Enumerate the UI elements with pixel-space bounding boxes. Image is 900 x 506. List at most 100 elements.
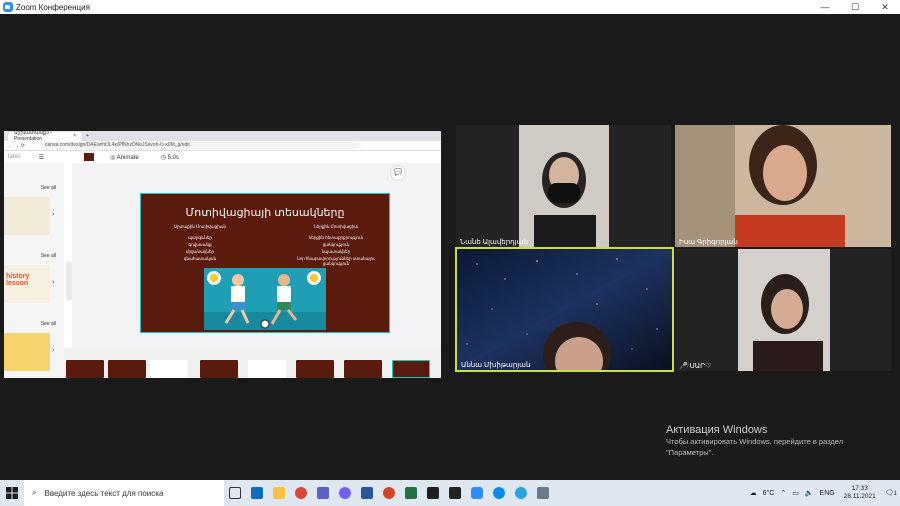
see-all-link[interactable]: See all xyxy=(41,253,56,259)
page-thumb[interactable] xyxy=(150,360,188,378)
tab-title: Աշխատանք3 - Presentation xyxy=(14,131,53,142)
shared-screen[interactable]: Աշխատանք3 - Presentation × + ← → ⟳ canva… xyxy=(4,131,441,378)
powerpoint-icon[interactable] xyxy=(378,480,400,506)
pages-strip xyxy=(64,348,441,378)
soccer-illustration xyxy=(204,268,326,330)
browser-toolbar: ← → ⟳ canva.com/design/DAEwrhfJL4k/PfNnz… xyxy=(4,141,441,151)
slide-column-external: Արտաքին Մոտիվացիան պարգևներ գովասանք մրց… xyxy=(155,224,245,263)
video-tile[interactable]: Իսա Գրիգորյան xyxy=(675,125,891,247)
video-tile-active-speaker[interactable]: Աննա Մխիթարյան xyxy=(455,247,674,372)
volume-icon[interactable]: 🔈 xyxy=(802,489,817,497)
video-tile[interactable]: Նանե Ալավերդյան xyxy=(456,125,671,247)
word-icon[interactable] xyxy=(356,480,378,506)
minimize-button[interactable]: — xyxy=(810,2,840,12)
template-thumb[interactable] xyxy=(4,333,50,371)
title-bar: Zoom Конференция — ☐ ✕ xyxy=(0,0,900,14)
language-indicator[interactable]: ENG xyxy=(817,490,838,497)
excel-icon[interactable] xyxy=(400,480,422,506)
templates-panel: See all › See all history lesson › See a… xyxy=(4,163,64,378)
slide-column-internal: Ներքին Մոտիվացիա ներքին հետաքրքրություն … xyxy=(291,224,381,268)
color-swatch[interactable] xyxy=(84,153,95,161)
telegram-icon[interactable] xyxy=(510,480,532,506)
participant-name: Նանե Ալավերդյան xyxy=(460,239,528,246)
system-tray: ☁ 6°C ⌃ ▭ 🔈 ENG 17:33 28.11.2021 🗨1 xyxy=(747,480,900,506)
file-explorer-icon[interactable] xyxy=(268,480,290,506)
weather-temp[interactable]: 6°C xyxy=(760,490,778,497)
maximize-button[interactable]: ☐ xyxy=(840,2,870,13)
page-thumb[interactable] xyxy=(248,360,286,378)
list-item: գնահատական xyxy=(183,256,217,261)
participant-video xyxy=(675,125,891,247)
address-bar[interactable]: canva.com/design/DAEwrhfJL4k/PfNnzDNoJSs… xyxy=(40,142,361,149)
browser-tab-bar: Աշխատանք3 - Presentation × + xyxy=(4,131,441,142)
list-item: նոր հնարավորություններ ստանալու ցանկությ… xyxy=(297,256,375,266)
page-thumb[interactable] xyxy=(344,360,382,378)
see-all-link[interactable]: See all xyxy=(41,321,56,327)
nav-arrows-icon[interactable]: ← → ⟳ xyxy=(8,143,25,149)
close-button[interactable]: ✕ xyxy=(870,2,900,13)
video-tile[interactable]: 🎤̸ ՍԱՐ♡ xyxy=(675,249,891,371)
search-icon: ⌕ xyxy=(32,488,37,497)
participant-name: Իսա Գրիգորյան xyxy=(679,239,738,246)
duration-value: 5.0s xyxy=(167,154,179,161)
column-header: Արտաքին Մոտիվացիան xyxy=(173,224,227,229)
list-item: մրցանակներ xyxy=(185,249,215,254)
soccer-players-image xyxy=(204,271,326,330)
notifications-icon[interactable]: 🗨1 xyxy=(882,489,900,497)
network-icon[interactable]: ▭ xyxy=(789,489,802,497)
page-thumb[interactable] xyxy=(200,360,238,378)
see-all-link[interactable]: See all xyxy=(41,185,56,191)
viber-icon[interactable] xyxy=(334,480,356,506)
browser-tab[interactable]: Աշխատանք3 - Presentation × xyxy=(8,131,82,142)
page-thumb-selected[interactable] xyxy=(392,360,430,378)
current-slide[interactable]: Մոտիվացիայի տեսակները Արտաքին Մոտիվացիան… xyxy=(140,193,390,333)
terminal-icon[interactable] xyxy=(444,480,466,506)
tray-expand-icon[interactable]: ⌃ xyxy=(777,489,789,497)
zoom-icon[interactable] xyxy=(466,480,488,506)
windows-logo-icon xyxy=(6,487,18,499)
notification-count: 1 xyxy=(893,491,897,497)
new-tab-button[interactable]: + xyxy=(86,133,89,139)
templates-label: lates xyxy=(8,154,21,160)
duration-button[interactable]: ◷ 5.0s xyxy=(161,154,179,161)
list-item: նպատակներ xyxy=(321,249,351,254)
column-header: Ներքին Մոտիվացիա xyxy=(313,224,359,229)
slide-canvas: Մոտիվացիայի տեսակները Արտաքին Մոտիվացիան… xyxy=(72,163,441,348)
outlook-icon[interactable] xyxy=(246,480,268,506)
template-thumb[interactable] xyxy=(4,197,50,235)
comment-icon[interactable]: 💬 xyxy=(390,165,406,181)
template-thumb[interactable]: history lesson xyxy=(4,265,50,303)
filter-icon[interactable]: ☰ xyxy=(39,154,44,161)
time: 17:33 xyxy=(851,485,868,492)
clock[interactable]: 17:33 28.11.2021 xyxy=(838,485,882,501)
chrome-icon[interactable] xyxy=(290,480,312,506)
edge-icon[interactable] xyxy=(488,480,510,506)
tab-close-icon[interactable]: × xyxy=(73,133,76,139)
chevron-right-icon[interactable]: › xyxy=(52,347,54,354)
page-thumb[interactable] xyxy=(296,360,334,378)
page-thumb[interactable] xyxy=(108,360,146,378)
list-item: ցանկություն xyxy=(322,242,350,247)
weather-icon[interactable]: ☁ xyxy=(747,489,760,497)
activation-text: Чтобы активировать Windows, перейдите в … xyxy=(666,437,844,446)
task-view-icon[interactable] xyxy=(224,480,246,506)
animate-button[interactable]: ◎ Animate xyxy=(110,154,139,161)
participant-name: 🎤̸ ՍԱՐ♡ xyxy=(679,362,711,370)
page-thumb[interactable] xyxy=(66,360,104,378)
teams-icon[interactable] xyxy=(312,480,334,506)
animate-label: Animate xyxy=(116,154,139,161)
activation-text-2: "Параметры". xyxy=(666,448,714,457)
date: 28.11.2021 xyxy=(843,493,876,500)
chevron-right-icon[interactable]: › xyxy=(52,279,54,286)
participant-name-text: ՍԱՐ♡ xyxy=(689,363,712,370)
participant-name: Աննա Մխիթարյան xyxy=(461,362,531,369)
ide-icon[interactable] xyxy=(422,480,444,506)
participant-video xyxy=(675,249,891,371)
meeting-area: Աշխատանք3 - Presentation × + ← → ⟳ canva… xyxy=(0,14,900,480)
chevron-right-icon[interactable]: › xyxy=(52,211,54,218)
taskbar-search[interactable]: ⌕ Введите здесь текст для поиска xyxy=(24,480,224,506)
start-button[interactable] xyxy=(0,480,24,506)
windows-taskbar: ⌕ Введите здесь текст для поиска ☁ 6°C ⌃… xyxy=(0,480,900,506)
window-title: Zoom Конференция xyxy=(16,2,90,12)
camera-icon[interactable] xyxy=(532,480,554,506)
